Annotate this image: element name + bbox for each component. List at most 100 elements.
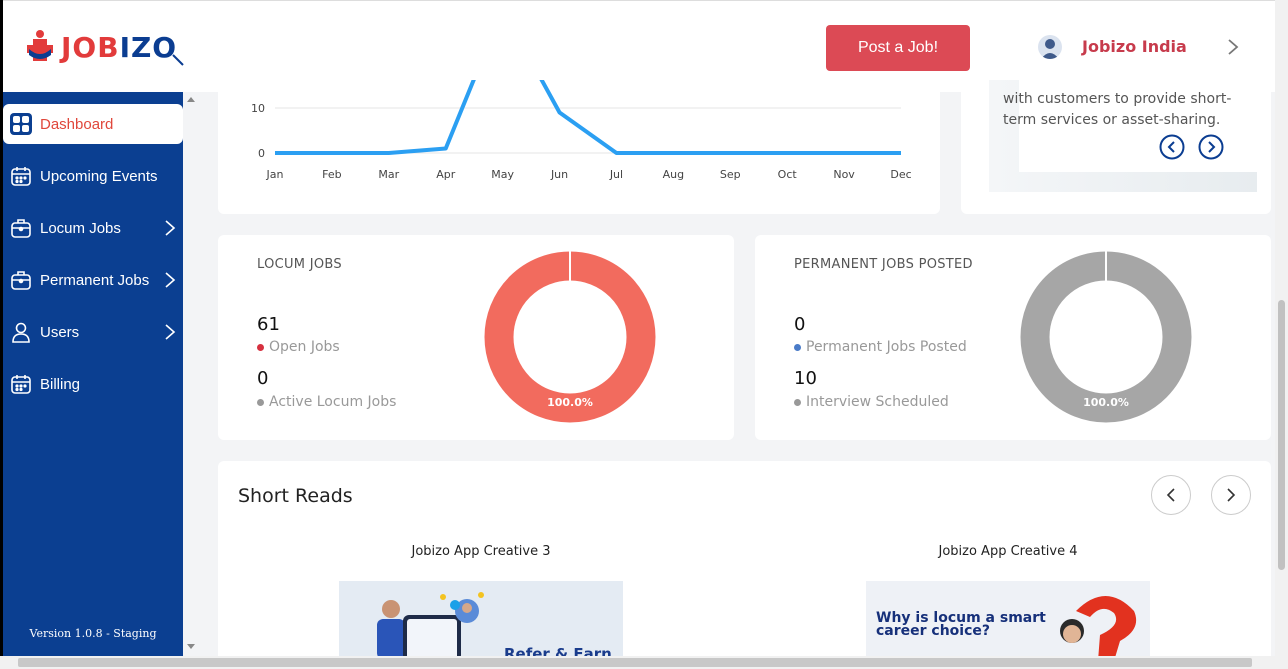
active-locum-count: 0 <box>257 368 269 389</box>
legend-dot <box>257 343 264 351</box>
card-title: LOCUM JOBS <box>257 257 342 272</box>
jobizo-logo[interactable]: JOBIZO <box>23 27 185 67</box>
x-tick-label: May <box>491 168 514 181</box>
x-tick-label: Nov <box>833 168 855 181</box>
open-jobs-legend: Open Jobs <box>257 339 340 355</box>
read-item-title[interactable]: Jobizo App Creative 3 <box>339 544 623 559</box>
x-tick-label: Aug <box>663 168 684 181</box>
short-reads-prev-button[interactable] <box>1151 475 1191 515</box>
sidebar-item-label: Permanent Jobs <box>40 271 150 289</box>
card-title: PERMANENT JOBS POSTED <box>794 257 973 272</box>
x-tick-label: Apr <box>436 168 456 181</box>
logo-text-izo: IZO <box>119 30 178 64</box>
page-horizontal-scrollbar[interactable] <box>0 656 1288 669</box>
x-tick-label: Jan <box>266 168 284 181</box>
locum-jobs-card: LOCUM JOBS 61 Open Jobs 0 Active Locum J… <box>218 235 734 440</box>
calendar-icon <box>9 372 33 396</box>
chevron-right-icon <box>165 272 176 288</box>
logo-text-job: JOB <box>61 30 120 64</box>
legend-dot <box>257 398 264 406</box>
top-header: JOBIZO Post a Job! Jobizo India <box>3 0 1275 92</box>
read-item-image[interactable]: Refer & Earn <box>339 581 623 661</box>
avatar-icon <box>1041 39 1059 59</box>
sidebar-item-label: Upcoming Events <box>40 167 158 185</box>
calendar-icon <box>9 164 33 188</box>
version-label: Version 1.0.8 - Staging <box>29 627 157 640</box>
scrollbar-thumb[interactable] <box>1278 300 1285 570</box>
sidebar-item-label: Users <box>40 323 80 341</box>
chevron-right-icon <box>165 220 176 236</box>
donut-slice <box>484 251 656 423</box>
sidebar-item-billing[interactable]: Billing <box>3 364 183 404</box>
user-avatar[interactable] <box>1038 35 1062 59</box>
permanent-posted-legend: Permanent Jobs Posted <box>794 339 967 355</box>
x-tick-label: Oct <box>778 168 798 181</box>
dashboard-grid-icon <box>9 112 33 136</box>
permanent-posted-count: 0 <box>794 314 806 335</box>
y-tick-label: 10 <box>251 102 265 115</box>
x-tick-label: Mar <box>378 168 399 181</box>
x-tick-label: Feb <box>322 168 341 181</box>
user-name[interactable]: Jobizo India <box>1082 37 1187 56</box>
chevron-left-icon <box>1166 488 1175 502</box>
logo-medical-icon <box>27 30 53 61</box>
line-chart: 0 10 Jan Feb Mar Apr May Jun Jul Aug Sep Oct Nov Dec <box>251 7 912 181</box>
legend-label: Interview Scheduled <box>806 394 949 410</box>
donut-slice <box>1020 251 1192 423</box>
briefcase-icon <box>9 268 33 292</box>
briefcase-icon <box>9 216 33 240</box>
promo-text: with customers to provide short-term ser… <box>1003 91 1232 128</box>
x-tick-label: Jul <box>609 168 623 181</box>
open-jobs-count: 61 <box>257 314 280 335</box>
sidebar-item-permanent-jobs[interactable]: Permanent Jobs <box>3 260 183 300</box>
sidebar-item-dashboard[interactable]: Dashboard <box>3 104 183 144</box>
interview-scheduled-count: 10 <box>794 368 817 389</box>
permanent-donut-chart: 100.0% <box>1020 251 1192 423</box>
read-item-image[interactable]: Why is locum a smart career choice? <box>866 581 1150 661</box>
x-tick-label: Dec <box>890 168 911 181</box>
read-item-title[interactable]: Jobizo App Creative 4 <box>866 544 1150 559</box>
carousel-next-icon[interactable] <box>1198 134 1224 160</box>
chart-card: 0 10 Jan Feb Mar Apr May Jun Jul Aug Sep Oct Nov Dec <box>218 7 940 214</box>
x-tick-label: Jun <box>550 168 568 181</box>
scroll-down-arrow[interactable] <box>187 644 195 649</box>
sidebar-item-label: Billing <box>40 375 81 393</box>
permanent-jobs-card: PERMANENT JOBS POSTED 0 Permanent Jobs P… <box>755 235 1271 440</box>
chevron-right-icon[interactable] <box>1223 37 1243 57</box>
short-reads-card: Short Reads Jobizo App Creative 3 Refer … <box>218 461 1271 661</box>
donut-label: 100.0% <box>547 396 593 409</box>
promo-carousel-card: with customers to provide short-term ser… <box>961 80 1271 214</box>
legend-label: Active Locum Jobs <box>269 394 397 410</box>
legend-dot <box>794 398 801 406</box>
x-tick-label: Sep <box>720 168 741 181</box>
sidebar-item-label: Locum Jobs <box>40 219 121 237</box>
active-locum-legend: Active Locum Jobs <box>257 394 396 410</box>
post-job-button[interactable]: Post a Job! <box>826 25 970 71</box>
page-vertical-scrollbar[interactable] <box>1275 0 1288 656</box>
locum-donut-chart: 100.0% <box>484 251 656 423</box>
carousel-prev-icon[interactable] <box>1159 134 1185 160</box>
series-line <box>275 7 901 155</box>
app-root: JOBIZO Post a Job! Jobizo India Dashboar… <box>0 0 1288 669</box>
chevron-right-icon <box>165 324 176 340</box>
scroll-up-arrow[interactable] <box>187 97 195 102</box>
sidebar-item-locum-jobs[interactable]: Locum Jobs <box>3 208 183 248</box>
donut-label: 100.0% <box>1083 396 1129 409</box>
legend-label: Open Jobs <box>269 339 340 355</box>
chevron-right-icon <box>1227 488 1236 502</box>
read-image-text: Why is locum a smart career choice? <box>876 610 1046 639</box>
sidebar-item-users[interactable]: Users <box>3 312 183 352</box>
legend-dot <box>794 343 801 351</box>
user-icon <box>9 320 33 344</box>
logo-wordmark: JOBIZO <box>61 31 177 64</box>
y-tick-label: 0 <box>258 147 265 160</box>
short-reads-next-button[interactable] <box>1211 475 1251 515</box>
sidebar-scrollbar[interactable] <box>183 92 198 656</box>
scrollbar-thumb[interactable] <box>18 658 1252 667</box>
interview-scheduled-legend: Interview Scheduled <box>794 394 949 410</box>
sidebar-item-label: Dashboard <box>40 115 114 133</box>
sidebar-item-upcoming-events[interactable]: Upcoming Events <box>3 156 183 196</box>
short-reads-title: Short Reads <box>238 485 353 507</box>
magnifier-icon <box>172 54 184 66</box>
legend-label: Permanent Jobs Posted <box>806 339 967 355</box>
